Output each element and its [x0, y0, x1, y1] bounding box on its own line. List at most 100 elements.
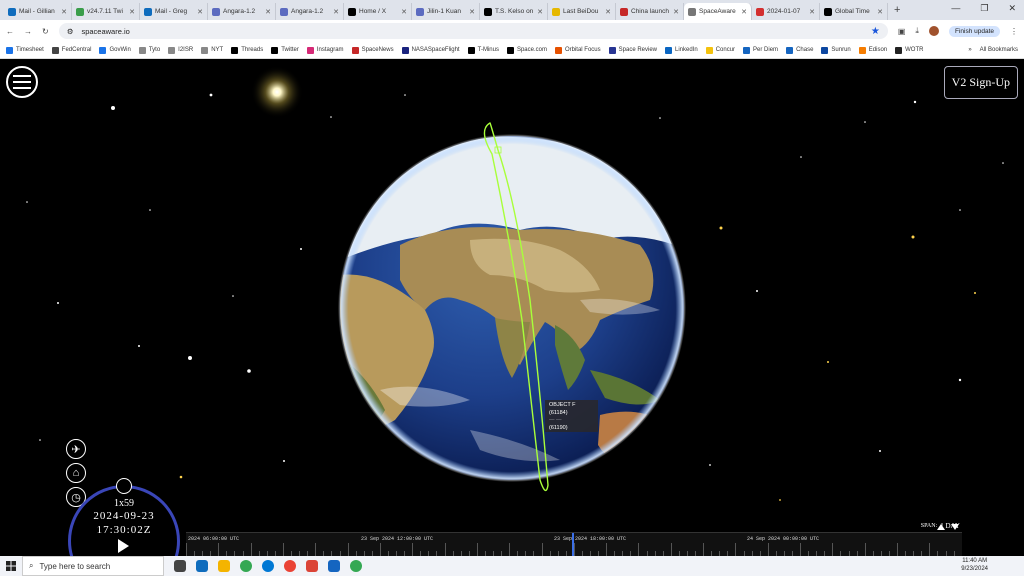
bookmark-favicon-icon	[351, 46, 359, 54]
all-bookmarks-button[interactable]: All Bookmarks	[980, 47, 1018, 53]
bookmark-item[interactable]: Chase	[786, 46, 813, 54]
span-up-arrow-icon[interactable]	[937, 524, 945, 530]
close-tab-icon[interactable]: ✕	[605, 8, 611, 16]
bookmark-item[interactable]: T-Minus	[467, 46, 499, 54]
bookmark-item[interactable]: Twitter	[271, 46, 299, 54]
maximize-button[interactable]: ❐	[980, 3, 988, 14]
browser-tab[interactable]: Last BeiDou ✕	[548, 3, 616, 20]
close-window-button[interactable]: ✕	[1008, 3, 1016, 14]
tab-label: Angara-1.2	[223, 8, 256, 15]
download-icon[interactable]: ⤓	[915, 26, 919, 36]
span-down-arrow-icon[interactable]	[951, 524, 959, 530]
browser-tab[interactable]: SpaceAware ✕	[684, 3, 752, 20]
browser-tab[interactable]: Global Time ✕	[820, 3, 888, 20]
minimize-button[interactable]: —	[951, 3, 960, 14]
chrome-icon[interactable]	[240, 560, 252, 572]
bookmark-item[interactable]: Space Review	[608, 46, 657, 54]
bookmark-item[interactable]: FedCentral	[51, 46, 91, 54]
timeline-bar[interactable]: 2024 06:00:00 UTC 23 Sep 2024 12:00:00 U…	[186, 532, 962, 556]
timeline-label: 23 Sep 2024 18:00:00 UTC	[554, 536, 627, 542]
close-tab-icon[interactable]: ✕	[265, 8, 271, 16]
bookmark-item[interactable]: Threads	[231, 46, 263, 54]
bookmark-favicon-icon	[554, 46, 562, 54]
task-view-icon[interactable]	[174, 560, 186, 572]
app-icon[interactable]	[306, 560, 318, 572]
outlook-icon[interactable]	[196, 560, 208, 572]
bookmark-item[interactable]: NASASpaceFlight	[401, 46, 460, 54]
url-text: spaceaware.io	[81, 26, 130, 36]
bookmark-item[interactable]: Instagram	[306, 46, 344, 54]
browser-tab[interactable]: Jilin-1 Kuan ✕	[412, 3, 480, 20]
edge-icon[interactable]	[262, 560, 274, 572]
close-tab-icon[interactable]: ✕	[809, 8, 815, 16]
globe-viewport[interactable]: V2 Sign-Up OBJECT F (61184) — — (61190) …	[0, 60, 1024, 556]
new-tab-button[interactable]: +	[894, 4, 900, 16]
close-tab-icon[interactable]: ✕	[129, 8, 135, 16]
v2-signup-button[interactable]: V2 Sign-Up	[943, 66, 1018, 99]
bookmark-item[interactable]: Orbital Focus	[554, 46, 601, 54]
bookmark-item[interactable]: GovWin	[99, 46, 131, 54]
close-tab-icon[interactable]: ✕	[673, 8, 679, 16]
browser-tab[interactable]: 2024-01-07 ✕	[752, 3, 820, 20]
close-tab-icon[interactable]: ✕	[877, 8, 883, 16]
avatar[interactable]	[928, 26, 939, 36]
windows-start-button[interactable]	[0, 556, 22, 576]
browser-tab[interactable]: Home / X ✕	[344, 3, 412, 20]
more-menu-icon[interactable]: ⋮	[1010, 27, 1018, 36]
more-bookmarks-button[interactable]: »	[968, 47, 971, 53]
home-icon[interactable]: ⌂	[66, 463, 86, 483]
file-explorer-icon[interactable]	[218, 560, 230, 572]
time-speed-knob[interactable]	[116, 478, 132, 494]
notepad-icon[interactable]	[328, 560, 340, 572]
bookmark-item[interactable]: WOTR	[895, 46, 923, 54]
earth-globe[interactable]	[338, 134, 688, 482]
bookmark-star-icon[interactable]: ★	[871, 26, 880, 37]
bookmark-item[interactable]: Edison	[858, 46, 887, 54]
browser-tab[interactable]: T.S. Kelso on ✕	[480, 3, 548, 20]
browser-tab[interactable]: Angara-1.2 ✕	[208, 3, 276, 20]
forward-icon[interactable]: →	[24, 27, 32, 36]
browser-tab[interactable]: Mail - Gillian ✕	[4, 3, 72, 20]
bookmark-item[interactable]: I2ISR	[168, 46, 193, 54]
reload-icon[interactable]: ↻	[42, 27, 49, 36]
site-info-icon[interactable]: ⚙	[67, 27, 74, 36]
browser-tab[interactable]: v24.7.11 Twi ✕	[72, 3, 140, 20]
close-tab-icon[interactable]: ✕	[333, 8, 339, 16]
bookmark-item[interactable]: Space.com	[506, 46, 547, 54]
timeline-tick	[315, 543, 317, 556]
url-field[interactable]: ⚙ spaceaware.io ★	[58, 23, 888, 39]
timeline-tick	[476, 543, 478, 556]
close-tab-icon[interactable]: ✕	[537, 8, 543, 16]
bookmark-item[interactable]: Per Diem	[743, 46, 778, 54]
bookmark-item[interactable]: Sunrun	[821, 46, 851, 54]
main-menu-button[interactable]	[6, 66, 38, 98]
time-speed: 1x59	[114, 498, 134, 509]
finish-update-button[interactable]: Finish update	[948, 25, 1000, 37]
bookmark-item[interactable]: SpaceNews	[351, 46, 394, 54]
browser-tab[interactable]: China launch ✕	[616, 3, 684, 20]
satellite-icon[interactable]: ✈	[66, 439, 86, 459]
chrome-profile-icon[interactable]	[284, 560, 296, 572]
close-tab-icon[interactable]: ✕	[61, 8, 67, 16]
bookmark-item[interactable]: Timesheet	[6, 46, 44, 54]
bookmark-item[interactable]: Concur	[705, 46, 735, 54]
timeline-tick	[767, 543, 769, 556]
taskbar-search-field[interactable]: ⌕ Type here to search	[22, 556, 164, 576]
bookmark-favicon-icon	[6, 46, 13, 54]
chrome-icon-2[interactable]	[350, 560, 362, 572]
close-tab-icon[interactable]: ✕	[741, 8, 747, 16]
close-tab-icon[interactable]: ✕	[197, 8, 203, 16]
tab-favicon-icon	[484, 7, 492, 16]
timeline-tick	[347, 543, 349, 556]
extensions-icon[interactable]: ▣	[898, 27, 906, 36]
browser-tab[interactable]: Angara-1.2 ✕	[276, 3, 344, 20]
close-tab-icon[interactable]: ✕	[401, 8, 407, 16]
back-icon[interactable]: ←	[6, 27, 14, 36]
play-icon[interactable]	[118, 539, 129, 553]
system-clock[interactable]: 11:40 AM 9/23/2024	[961, 557, 988, 573]
bookmark-item[interactable]: NYT	[201, 46, 223, 54]
bookmark-item[interactable]: Tyto	[138, 46, 160, 54]
browser-tab[interactable]: Mail - Greg ✕	[140, 3, 208, 20]
close-tab-icon[interactable]: ✕	[469, 8, 475, 16]
bookmark-item[interactable]: LinkedIn	[665, 46, 698, 54]
